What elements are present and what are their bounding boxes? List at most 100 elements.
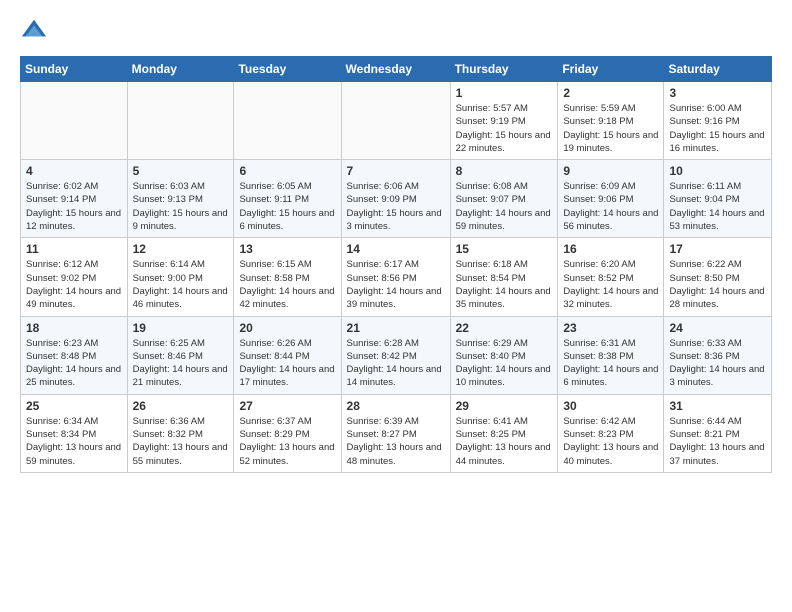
calendar-header-sunday: Sunday <box>21 57 128 82</box>
calendar-cell: 3 Sunrise: 6:00 AMSunset: 9:16 PMDaylight… <box>664 82 772 160</box>
day-number: 13 <box>239 242 335 256</box>
calendar-header-row: SundayMondayTuesdayWednesdayThursdayFrid… <box>21 57 772 82</box>
day-info: Sunrise: 6:25 AMSunset: 8:46 PMDaylight:… <box>133 337 229 390</box>
calendar-cell: 2Sunrise: 5:59 AMSunset: 9:18 PMDaylight… <box>558 82 664 160</box>
day-number: 10 <box>669 164 766 178</box>
calendar-cell <box>21 82 128 160</box>
day-info: Sunrise: 6:39 AMSunset: 8:27 PMDaylight:… <box>347 415 445 468</box>
calendar-cell: 15Sunrise: 6:18 AMSunset: 8:54 PMDayligh… <box>450 238 558 316</box>
day-number: 17 <box>669 242 766 256</box>
day-number: 26 <box>133 399 229 413</box>
day-number: 18 <box>26 321 122 335</box>
calendar-cell: 22 Sunrise: 6:29 AMSunset: 8:40 PMDayligh… <box>450 316 558 394</box>
calendar-cell: 19 Sunrise: 6:25 AMSunset: 8:46 PMDayligh… <box>127 316 234 394</box>
day-info: Sunrise: 6:08 AMSunset: 9:07 PMDaylight:… <box>456 180 553 233</box>
calendar-cell <box>341 82 450 160</box>
day-number: 6 <box>239 164 335 178</box>
day-number: 28 <box>347 399 445 413</box>
day-info: Sunrise: 6:18 AMSunset: 8:54 PMDaylight:… <box>456 258 553 311</box>
calendar-cell: 28 Sunrise: 6:39 AMSunset: 8:27 PMDayligh… <box>341 394 450 472</box>
calendar-cell: 31Sunrise: 6:44 AMSunset: 8:21 PMDayligh… <box>664 394 772 472</box>
calendar-cell: 9 Sunrise: 6:09 AMSunset: 9:06 PMDaylight… <box>558 160 664 238</box>
day-info: Sunrise: 6:17 AMSunset: 8:56 PMDaylight:… <box>347 258 445 311</box>
day-number: 7 <box>347 164 445 178</box>
day-number: 2 <box>563 86 658 100</box>
calendar-cell: 23 Sunrise: 6:31 AMSunset: 8:38 PMDayligh… <box>558 316 664 394</box>
calendar-cell: 24 Sunrise: 6:33 AMSunset: 8:36 PMDayligh… <box>664 316 772 394</box>
calendar-cell: 26 Sunrise: 6:36 AMSunset: 8:32 PMDayligh… <box>127 394 234 472</box>
day-number: 8 <box>456 164 553 178</box>
calendar-cell: 29 Sunrise: 6:41 AMSunset: 8:25 PMDayligh… <box>450 394 558 472</box>
calendar-cell <box>234 82 341 160</box>
calendar-cell: 17Sunrise: 6:22 AMSunset: 8:50 PMDayligh… <box>664 238 772 316</box>
calendar-header-tuesday: Tuesday <box>234 57 341 82</box>
day-number: 1 <box>456 86 553 100</box>
day-info: Sunrise: 6:36 AMSunset: 8:32 PMDaylight:… <box>133 415 229 468</box>
calendar-cell: 1 Sunrise: 5:57 AMSunset: 9:19 PMDaylight… <box>450 82 558 160</box>
day-info: Sunrise: 6:28 AMSunset: 8:42 PMDaylight:… <box>347 337 445 390</box>
day-info: Sunrise: 6:03 AMSunset: 9:13 PMDaylight:… <box>133 180 229 233</box>
day-number: 24 <box>669 321 766 335</box>
logo-icon <box>20 16 48 44</box>
day-number: 11 <box>26 242 122 256</box>
calendar-table: SundayMondayTuesdayWednesdayThursdayFrid… <box>20 56 772 473</box>
calendar-cell: 16 Sunrise: 6:20 AMSunset: 8:52 PMDayligh… <box>558 238 664 316</box>
calendar-header-saturday: Saturday <box>664 57 772 82</box>
day-number: 25 <box>26 399 122 413</box>
day-number: 21 <box>347 321 445 335</box>
day-number: 20 <box>239 321 335 335</box>
day-number: 12 <box>133 242 229 256</box>
calendar-cell: 30 Sunrise: 6:42 AMSunset: 8:23 PMDayligh… <box>558 394 664 472</box>
calendar-cell: 10 Sunrise: 6:11 AMSunset: 9:04 PMDayligh… <box>664 160 772 238</box>
day-info: Sunrise: 6:14 AMSunset: 9:00 PMDaylight:… <box>133 258 229 311</box>
day-info: Sunrise: 6:12 AMSunset: 9:02 PMDaylight:… <box>26 258 122 311</box>
calendar-header-thursday: Thursday <box>450 57 558 82</box>
day-number: 19 <box>133 321 229 335</box>
day-info: Sunrise: 6:26 AMSunset: 8:44 PMDaylight:… <box>239 337 335 390</box>
calendar-cell: 20 Sunrise: 6:26 AMSunset: 8:44 PMDayligh… <box>234 316 341 394</box>
day-info: Sunrise: 6:33 AMSunset: 8:36 PMDaylight:… <box>669 337 766 390</box>
day-info: Sunrise: 6:37 AMSunset: 8:29 PMDaylight:… <box>239 415 335 468</box>
calendar-cell: 12 Sunrise: 6:14 AMSunset: 9:00 PMDayligh… <box>127 238 234 316</box>
header <box>20 16 772 44</box>
day-info: Sunrise: 6:29 AMSunset: 8:40 PMDaylight:… <box>456 337 553 390</box>
calendar-week-4: 18 Sunrise: 6:23 AMSunset: 8:48 PMDayligh… <box>21 316 772 394</box>
calendar-week-5: 25 Sunrise: 6:34 AMSunset: 8:34 PMDayligh… <box>21 394 772 472</box>
day-info: Sunrise: 6:11 AMSunset: 9:04 PMDaylight:… <box>669 180 766 233</box>
calendar-cell: 8 Sunrise: 6:08 AMSunset: 9:07 PMDaylight… <box>450 160 558 238</box>
day-info: Sunrise: 6:06 AMSunset: 9:09 PMDaylight:… <box>347 180 445 233</box>
day-info: Sunrise: 6:41 AMSunset: 8:25 PMDaylight:… <box>456 415 553 468</box>
day-info: Sunrise: 6:09 AMSunset: 9:06 PMDaylight:… <box>563 180 658 233</box>
calendar-cell: 14 Sunrise: 6:17 AMSunset: 8:56 PMDayligh… <box>341 238 450 316</box>
page: SundayMondayTuesdayWednesdayThursdayFrid… <box>0 0 792 489</box>
day-info: Sunrise: 5:57 AMSunset: 9:19 PMDaylight:… <box>456 102 553 155</box>
day-number: 23 <box>563 321 658 335</box>
calendar-week-2: 4 Sunrise: 6:02 AMSunset: 9:14 PMDaylight… <box>21 160 772 238</box>
day-number: 16 <box>563 242 658 256</box>
logo <box>20 16 52 44</box>
day-number: 22 <box>456 321 553 335</box>
day-info: Sunrise: 6:00 AMSunset: 9:16 PMDaylight:… <box>669 102 766 155</box>
day-number: 29 <box>456 399 553 413</box>
day-info: Sunrise: 6:05 AMSunset: 9:11 PMDaylight:… <box>239 180 335 233</box>
day-info: Sunrise: 6:31 AMSunset: 8:38 PMDaylight:… <box>563 337 658 390</box>
calendar-header-wednesday: Wednesday <box>341 57 450 82</box>
day-info: Sunrise: 6:42 AMSunset: 8:23 PMDaylight:… <box>563 415 658 468</box>
day-number: 14 <box>347 242 445 256</box>
day-number: 3 <box>669 86 766 100</box>
day-number: 31 <box>669 399 766 413</box>
day-info: Sunrise: 6:02 AMSunset: 9:14 PMDaylight:… <box>26 180 122 233</box>
day-info: Sunrise: 6:34 AMSunset: 8:34 PMDaylight:… <box>26 415 122 468</box>
calendar-cell: 5Sunrise: 6:03 AMSunset: 9:13 PMDaylight… <box>127 160 234 238</box>
day-info: Sunrise: 6:23 AMSunset: 8:48 PMDaylight:… <box>26 337 122 390</box>
day-info: Sunrise: 6:15 AMSunset: 8:58 PMDaylight:… <box>239 258 335 311</box>
day-number: 27 <box>239 399 335 413</box>
calendar-cell: 13 Sunrise: 6:15 AMSunset: 8:58 PMDayligh… <box>234 238 341 316</box>
day-number: 4 <box>26 164 122 178</box>
day-number: 9 <box>563 164 658 178</box>
calendar-cell: 18 Sunrise: 6:23 AMSunset: 8:48 PMDayligh… <box>21 316 128 394</box>
calendar-cell: 27 Sunrise: 6:37 AMSunset: 8:29 PMDayligh… <box>234 394 341 472</box>
calendar-cell: 4 Sunrise: 6:02 AMSunset: 9:14 PMDaylight… <box>21 160 128 238</box>
day-number: 30 <box>563 399 658 413</box>
day-info: Sunrise: 6:20 AMSunset: 8:52 PMDaylight:… <box>563 258 658 311</box>
